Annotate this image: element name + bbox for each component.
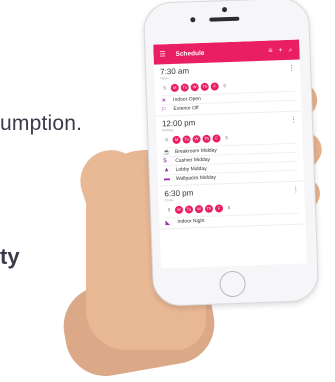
front-camera xyxy=(221,7,228,13)
day-toggle[interactable]: F xyxy=(212,134,221,143)
day-toggle[interactable]: Th xyxy=(204,204,214,213)
schedule-item-label: Indoor Night xyxy=(177,217,205,225)
app-title: Schedule xyxy=(175,49,205,58)
schedule-item[interactable]: ◣ Indoor Night xyxy=(165,212,300,227)
day-toggle[interactable]: Th xyxy=(200,82,209,92)
home-button[interactable] xyxy=(219,270,247,298)
schedule-item-label: Cashier Midday xyxy=(175,156,211,164)
search-icon[interactable]: ⌕ xyxy=(285,46,295,53)
dollar-icon: $ xyxy=(163,158,167,165)
day-toggle[interactable]: Tu xyxy=(184,205,194,214)
day-toggle[interactable]: S xyxy=(225,204,233,212)
background-text-line2: ty xyxy=(0,244,20,269)
add-icon[interactable]: + xyxy=(275,47,285,54)
day-toggle[interactable]: S xyxy=(162,136,170,144)
day-toggle[interactable]: W xyxy=(192,135,201,144)
more-options-icon[interactable]: ⋮ xyxy=(292,186,299,194)
schedule-item-label: Wallpacks Midday xyxy=(175,174,217,182)
schedule-item-label: Indoor Open xyxy=(173,96,202,103)
phone-screen: ☰ Schedule ≡ + ⌕ 7:30 am Open ⋮ S M Tu W… xyxy=(153,39,307,269)
menu-icon[interactable]: ☰ xyxy=(157,51,167,58)
more-options-icon[interactable]: ⋮ xyxy=(290,116,297,124)
day-toggle[interactable]: S xyxy=(221,82,229,90)
filter-icon[interactable]: ≡ xyxy=(265,47,275,54)
day-toggle[interactable]: Tu xyxy=(180,83,189,92)
schedule-card[interactable]: 6:30 pm Close ⋮ S M Tu W Th F S ◣ Indoor… xyxy=(158,181,306,230)
day-toggle[interactable]: S xyxy=(222,134,230,142)
day-toggle[interactable]: S xyxy=(165,206,173,214)
day-toggle[interactable]: Th xyxy=(202,134,211,143)
day-toggle[interactable]: M xyxy=(172,135,181,145)
day-toggle[interactable]: W xyxy=(190,83,199,92)
schedule-item-label: Lobby Midday xyxy=(175,165,207,173)
day-toggle[interactable]: M xyxy=(170,83,179,93)
breakroom-icon: ☕ xyxy=(162,149,171,156)
proximity-sensor xyxy=(190,17,196,23)
sun-icon: ☀ xyxy=(161,97,167,104)
background-text-line1: umption. xyxy=(0,112,83,135)
night-icon: ◣ xyxy=(165,219,171,226)
flag-icon: ⚐ xyxy=(161,106,167,113)
day-toggle[interactable]: S xyxy=(161,84,169,92)
day-toggle[interactable]: Tu xyxy=(182,135,191,144)
schedule-card[interactable]: 12:00 pm Midday ⋮ S M Tu W Th F S ☕ Brea… xyxy=(155,111,305,187)
phone: ☰ Schedule ≡ + ⌕ 7:30 am Open ⋮ S M Tu W… xyxy=(142,0,320,307)
wallpack-icon: ▬ xyxy=(163,176,171,183)
day-toggle[interactable]: W xyxy=(194,205,204,214)
more-options-icon[interactable]: ⋮ xyxy=(288,64,295,72)
day-toggle[interactable]: F xyxy=(210,82,219,91)
day-toggle[interactable]: M xyxy=(174,205,184,214)
lobby-icon: ▲ xyxy=(163,167,170,174)
schedule-card[interactable]: 7:30 am Open ⋮ S M Tu W Th F S ☀ Indoor … xyxy=(153,59,302,117)
schedule-item-label: Exterior Off xyxy=(173,105,199,112)
earpiece-speaker xyxy=(209,16,240,22)
day-toggle[interactable]: F xyxy=(214,204,224,213)
